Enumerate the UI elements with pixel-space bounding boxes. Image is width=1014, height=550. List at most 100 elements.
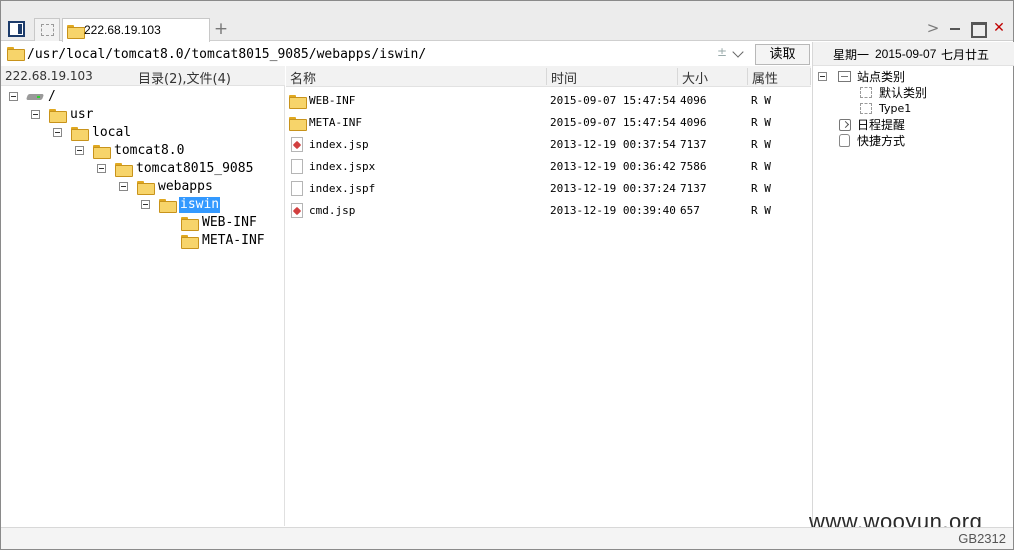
column-header-time[interactable]: 时间	[551, 68, 577, 87]
collapse-toggle-icon[interactable]	[818, 72, 827, 81]
column-divider[interactable]	[546, 68, 547, 85]
file-time: 2015-09-07 15:47:54	[550, 116, 676, 129]
directory-tree-panel: 222.68.19.103 目录(2),文件(4) / usr local to…	[1, 66, 285, 526]
file-time: 2013-12-19 00:36:42	[550, 160, 676, 173]
tab-label: 222.68.19.103	[84, 23, 161, 37]
file-attr: R W	[751, 182, 771, 195]
close-icon[interactable]: ✕	[991, 20, 1007, 36]
sidebar-item-label: Type1	[879, 102, 912, 115]
weekday-label: 星期一	[833, 48, 870, 62]
tree-label: /	[48, 89, 56, 104]
tree-header: 222.68.19.103 目录(2),文件(4)	[1, 66, 285, 87]
column-header-name[interactable]: 名称	[290, 68, 316, 87]
file-size: 657	[680, 204, 700, 217]
date-header: 星期一 2015-09-07 七月廿五	[813, 42, 1014, 66]
file-name: index.jspf	[309, 182, 376, 195]
date-label: 2015-09-07	[875, 47, 937, 61]
column-header-attr[interactable]: 属性	[752, 68, 778, 87]
path-input[interactable]	[27, 44, 717, 64]
category-icon	[860, 87, 872, 98]
status-bar: GB2312	[1, 527, 1013, 549]
folder-icon	[137, 181, 155, 195]
folder-icon	[181, 235, 199, 249]
tree-label: tomcat8015_9085	[136, 161, 254, 176]
column-divider[interactable]	[810, 68, 811, 85]
file-attr: R W	[751, 160, 771, 173]
minimize-icon[interactable]	[947, 20, 963, 36]
folder-icon	[115, 163, 133, 177]
folder-icon	[67, 25, 85, 39]
app-window: 222.68.19.103 + > ✕ ± 读取 222.68.19.103 目…	[0, 0, 1014, 550]
hand-icon	[839, 134, 850, 147]
collapse-toggle-icon[interactable]	[53, 128, 62, 137]
lunar-date-label: 七月廿五	[941, 48, 990, 62]
sidebar-toggle-icon[interactable]	[8, 21, 25, 37]
tree-label: webapps	[158, 179, 213, 194]
tree-label: META-INF	[202, 233, 265, 248]
sidebar-item-label: 日程提醒	[857, 118, 906, 132]
file-name: META-INF	[309, 116, 362, 129]
file-icon	[291, 181, 303, 196]
file-time: 2013-12-19 00:37:54	[550, 138, 676, 151]
folder-icon	[159, 199, 177, 213]
chevron-down-icon	[732, 46, 744, 58]
file-name: cmd.jsp	[309, 204, 356, 217]
collapse-toggle-icon[interactable]	[31, 110, 40, 119]
file-name: index.jspx	[309, 160, 376, 173]
folder-icon	[71, 127, 89, 141]
file-row[interactable]: index.jsp 2013-12-19 00:37:54 7137 R W	[286, 134, 811, 156]
collapse-toggle-icon[interactable]	[141, 200, 150, 209]
tree-label: usr	[70, 107, 94, 122]
collapse-toggle-icon[interactable]	[75, 146, 84, 155]
collapse-toggle-icon[interactable]	[97, 164, 106, 173]
sidebar-item-label: 快捷方式	[857, 134, 906, 148]
file-list-panel: 名称 时间 大小 属性 WEB-INF 2015-09-07 15:47:54 …	[286, 66, 811, 526]
file-attr: R W	[751, 204, 771, 217]
file-name: index.jsp	[309, 138, 369, 151]
folder-icon	[289, 95, 307, 109]
file-list-header: 名称 时间 大小 属性	[286, 66, 811, 87]
file-attr: R W	[751, 116, 771, 129]
schedule-icon	[839, 119, 851, 131]
encoding-dropdown[interactable]: ±	[717, 45, 751, 63]
plus-minus-icon: ±	[717, 45, 728, 59]
file-size: 4096	[680, 116, 707, 129]
folder-icon	[7, 47, 25, 61]
collapse-toggle-icon[interactable]	[9, 92, 18, 101]
column-divider[interactable]	[747, 68, 748, 85]
folder-icon	[93, 145, 111, 159]
chevron-right-icon[interactable]: >	[925, 20, 941, 36]
sidebar-item-label: 站点类别	[857, 70, 906, 84]
tree-label: tomcat8.0	[114, 143, 185, 158]
window-controls: > ✕	[925, 18, 1007, 38]
folder-icon	[181, 217, 199, 231]
column-divider[interactable]	[677, 68, 678, 85]
file-row[interactable]: cmd.jsp 2013-12-19 00:39:40 657 R W	[286, 200, 811, 222]
tree-label: local	[92, 125, 132, 140]
encoding-status: GB2312	[958, 531, 1006, 546]
file-icon	[291, 159, 303, 174]
collapse-toggle-icon[interactable]	[119, 182, 128, 191]
folder-icon	[289, 117, 307, 131]
tab-blank[interactable]	[34, 18, 60, 41]
file-size: 7137	[680, 138, 707, 151]
file-row[interactable]: WEB-INF 2015-09-07 15:47:54 4096 R W	[286, 90, 811, 112]
jsp-file-icon	[291, 137, 303, 152]
tree-label-selected: iswin	[179, 197, 221, 213]
read-button[interactable]: 读取	[755, 44, 810, 65]
tree-label: WEB-INF	[202, 215, 257, 230]
file-size: 7586	[680, 160, 707, 173]
tab-bar: 222.68.19.103 + > ✕	[1, 1, 1013, 42]
file-row[interactable]: index.jspf 2013-12-19 00:37:24 7137 R W	[286, 178, 811, 200]
file-row[interactable]: index.jspx 2013-12-19 00:36:42 7586 R W	[286, 156, 811, 178]
right-sidebar: 星期一 2015-09-07 七月廿五 站点类别 默认类别 Type1 日程提醒…	[812, 42, 1014, 526]
tab-active-host[interactable]: 222.68.19.103	[62, 18, 210, 42]
maximize-icon[interactable]	[969, 20, 987, 38]
file-time: 2015-09-07 15:47:54	[550, 94, 676, 107]
file-row[interactable]: META-INF 2015-09-07 15:47:54 4096 R W	[286, 112, 811, 134]
column-header-size[interactable]: 大小	[682, 68, 708, 87]
file-time: 2013-12-19 00:39:40	[550, 204, 676, 217]
file-size: 4096	[680, 94, 707, 107]
sidebar-item-label: 默认类别	[879, 86, 928, 100]
new-tab-button[interactable]: +	[213, 20, 229, 38]
